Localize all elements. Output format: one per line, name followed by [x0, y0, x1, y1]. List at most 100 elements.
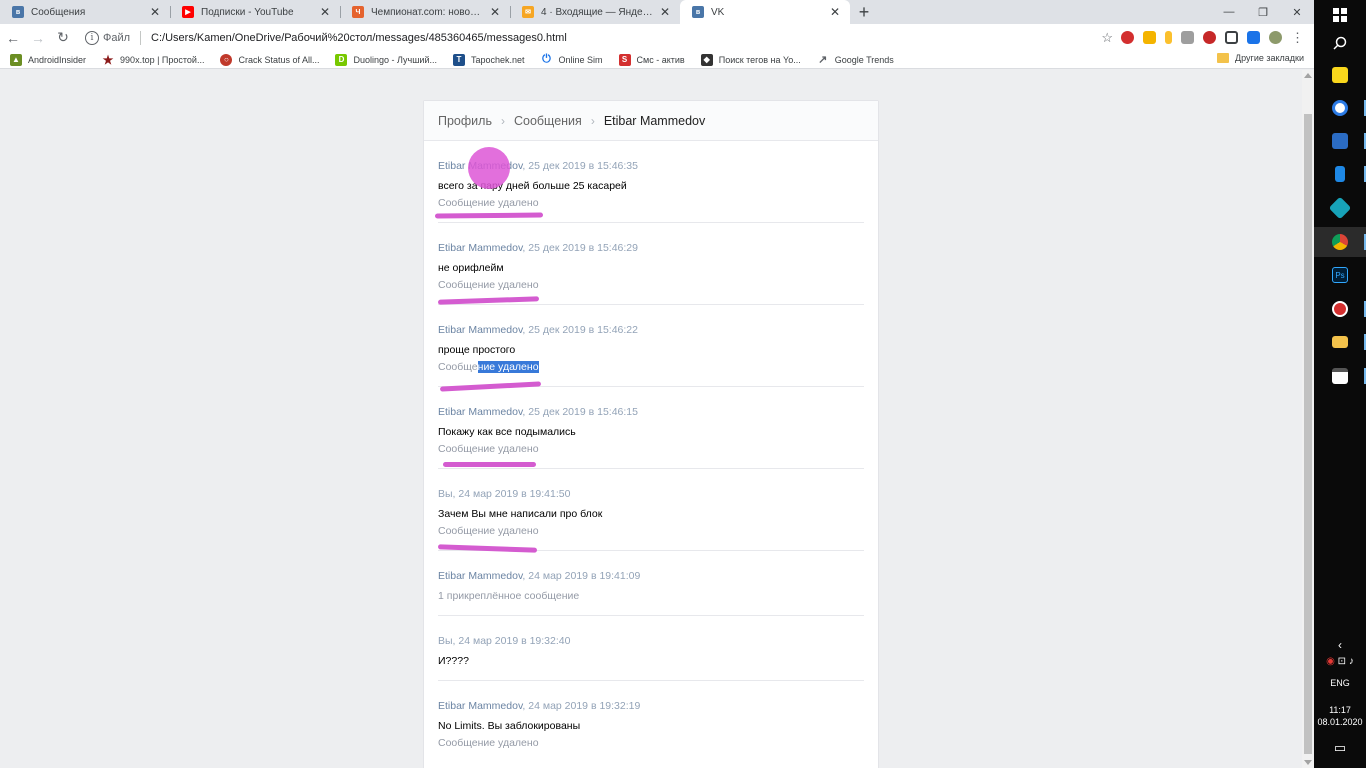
scroll-down-icon[interactable] — [1304, 760, 1312, 765]
message-text: No Limits. Вы заблокированы — [438, 720, 581, 732]
profile-avatar-icon[interactable] — [1269, 31, 1282, 44]
clock-date[interactable]: 08.01.2020 — [1314, 717, 1366, 727]
chevron-right-icon: › — [500, 113, 505, 128]
taskbar-app-photoshop[interactable]: Ps — [1314, 260, 1366, 290]
message-author-link[interactable]: Etibar Mammedov — [438, 324, 522, 336]
tab-yandex-mail[interactable]: ✉ 4 · Входящие — Яндекс.Почта ✕ — [510, 0, 680, 24]
taskbar-app-video-editor[interactable] — [1314, 361, 1366, 391]
taskbar-app-recorder[interactable] — [1314, 294, 1366, 324]
network-icon[interactable]: ⊡ — [1338, 656, 1346, 667]
close-tab-icon[interactable]: ✕ — [828, 5, 842, 19]
record-status-icon[interactable]: ◉ — [1326, 656, 1335, 667]
bookmark-sms-activ[interactable]: S Смс - актив — [618, 53, 685, 66]
clock-time[interactable]: 11:17 — [1314, 705, 1366, 715]
start-button[interactable] — [1314, 0, 1366, 30]
record-icon — [1332, 301, 1348, 317]
breadcrumb: Профиль › Сообщения › Etibar Mammedov — [424, 101, 878, 141]
tab-messages[interactable]: в Сообщения ✕ — [0, 0, 170, 24]
volume-icon[interactable]: ♪ — [1349, 656, 1354, 667]
message-header: Etibar Mammedov, 25 дек 2019 в 15:46:29 — [438, 241, 864, 255]
bookmark-star-icon[interactable]: ☆ — [1101, 30, 1113, 46]
search-button[interactable] — [1314, 28, 1366, 58]
bookmark-androidinsider[interactable]: ▲ AndroidInsider — [10, 53, 86, 66]
power-icon: ⏻ — [542, 53, 551, 65]
bookmark-extension-icon[interactable] — [1143, 31, 1156, 44]
page-scrollbar[interactable] — [1302, 70, 1314, 768]
message-author-link[interactable]: Etibar Mammedov — [438, 242, 522, 254]
message-author-link[interactable]: Etibar Mammedov — [438, 570, 522, 582]
message-deleted-note: Сообщение удалено — [438, 525, 539, 537]
address-bar[interactable]: i Файл C:/Users/Kamen/OneDrive/Рабочий%2… — [85, 27, 1093, 49]
message-item: Etibar Mammedov, 25 дек 2019 в 15:46:15 … — [438, 387, 864, 469]
scroll-up-icon[interactable] — [1304, 73, 1312, 78]
message-item: Etibar Mammedov, 25 дек 2019 в 15:46:22 … — [438, 305, 864, 392]
tray-expand-icon[interactable]: ‹ — [1314, 638, 1366, 652]
close-tab-icon[interactable]: ✕ — [658, 5, 672, 19]
breadcrumb-messages-link[interactable]: Сообщения — [514, 114, 582, 128]
message-item: Вы, 24 мар 2019 в 19:32:40 И???? — [438, 616, 864, 681]
language-indicator[interactable]: ENG — [1314, 678, 1366, 688]
shield-extension-icon[interactable] — [1181, 31, 1194, 44]
championat-favicon-icon: Ч — [352, 6, 364, 18]
tapochek-icon: T — [452, 53, 465, 66]
cast-icon[interactable] — [1225, 31, 1238, 44]
windows-taskbar: Ps ‹ ◉ ⊡ ♪ ENG 11:17 08.01.2020 ▭ — [1314, 0, 1366, 768]
message-item: Etibar Mammedov, 24 мар 2019 в 19:32:19 … — [438, 681, 864, 768]
bookmark-onlinesim[interactable]: ⏻ Online Sim — [541, 53, 602, 66]
message-item: Etibar Mammedov, 25 дек 2019 в 15:46:29 … — [437, 223, 864, 305]
other-bookmarks-label: Другие закладки — [1235, 53, 1304, 63]
taskbar-app-kodi[interactable] — [1314, 193, 1366, 223]
bookmark-yt-tags[interactable]: ◆ Поиск тегов на Yo... — [700, 53, 801, 66]
taskbar-app-sticky-notes[interactable] — [1314, 60, 1366, 90]
taskbar-app-save[interactable] — [1314, 126, 1366, 156]
close-tab-icon[interactable]: ✕ — [148, 5, 162, 19]
bookmark-label: Смс - актив — [636, 54, 685, 65]
bookmark-tapochek[interactable]: T Tapochek.net — [452, 53, 525, 66]
message-header: Etibar Mammedov, 25 дек 2019 в 15:46:22 — [438, 323, 864, 337]
menu-kebab-icon[interactable]: ⋮ — [1291, 30, 1304, 46]
restore-icon[interactable]: ❐ — [1246, 0, 1280, 24]
tab-youtube[interactable]: ▶ Подписки - YouTube ✕ — [170, 0, 340, 24]
bookmark-crackstatus[interactable]: ○ Crack Status of All... — [220, 53, 319, 66]
address-url[interactable]: C:/Users/Kamen/OneDrive/Рабочий%20стол/m… — [151, 32, 567, 44]
forward-icon[interactable]: → — [26, 26, 50, 50]
lightning-extension-icon[interactable] — [1165, 31, 1172, 44]
message-date: , 25 дек 2019 в 15:46:35 — [522, 160, 638, 172]
attachment-link[interactable]: 1 прикреплённое сообщение — [438, 589, 864, 603]
notifications-icon[interactable]: ▭ — [1314, 740, 1366, 756]
clapperboard-icon — [1332, 368, 1348, 384]
message-date: , 25 дек 2019 в 15:46:15 — [522, 406, 638, 418]
bookmark-google-trends[interactable]: ↗ Google Trends — [817, 54, 894, 66]
page-viewport: Профиль › Сообщения › Etibar Mammedov Et… — [0, 70, 1302, 768]
message-author-link[interactable]: Etibar Mammedov — [438, 406, 522, 418]
taskbar-app-browser[interactable] — [1314, 93, 1366, 123]
message-author-link[interactable]: Etibar Mammedov — [438, 700, 522, 712]
minimize-icon[interactable]: — — [1212, 0, 1246, 24]
tab-vk[interactable]: в VK ✕ — [680, 0, 850, 24]
scrollbar-thumb[interactable] — [1304, 114, 1312, 754]
reload-icon[interactable]: ↻ — [51, 26, 75, 50]
taskbar-app-phone[interactable] — [1314, 159, 1366, 189]
breadcrumb-profile-link[interactable]: Профиль — [438, 114, 492, 128]
back-icon[interactable]: ← — [1, 26, 25, 50]
bookmark-990x[interactable]: ★ 990x.top | Простой... — [102, 52, 205, 67]
bookmark-duolingo[interactable]: D Duolingo - Лучший... — [335, 53, 437, 66]
breadcrumb-current: Etibar Mammedov — [603, 113, 706, 128]
message-item: Etibar Mammedov, 24 мар 2019 в 19:41:09 … — [438, 551, 864, 616]
translate-extension-icon[interactable] — [1247, 31, 1260, 44]
close-window-icon[interactable]: ✕ — [1280, 0, 1314, 24]
bookmark-label: Поиск тегов на Yo... — [718, 54, 801, 65]
hexagon-extension-icon[interactable] — [1203, 31, 1216, 44]
taskbar-app-chrome[interactable] — [1314, 227, 1366, 257]
taskbar-app-explorer[interactable] — [1314, 327, 1366, 357]
info-icon[interactable]: i — [85, 30, 99, 45]
other-bookmarks-folder[interactable]: Другие закладки — [1217, 53, 1304, 63]
tab-championat[interactable]: Ч Чемпионат.com: новости спорта ✕ — [340, 0, 510, 24]
new-tab-button[interactable]: + — [850, 0, 878, 24]
star-icon: ★ — [102, 52, 114, 67]
close-tab-icon[interactable]: ✕ — [318, 5, 332, 19]
opera-extension-icon[interactable] — [1121, 31, 1134, 44]
close-tab-icon[interactable]: ✕ — [488, 5, 502, 19]
sms-activ-icon: S — [618, 53, 631, 66]
bookmark-label: Tapochek.net — [470, 54, 525, 65]
